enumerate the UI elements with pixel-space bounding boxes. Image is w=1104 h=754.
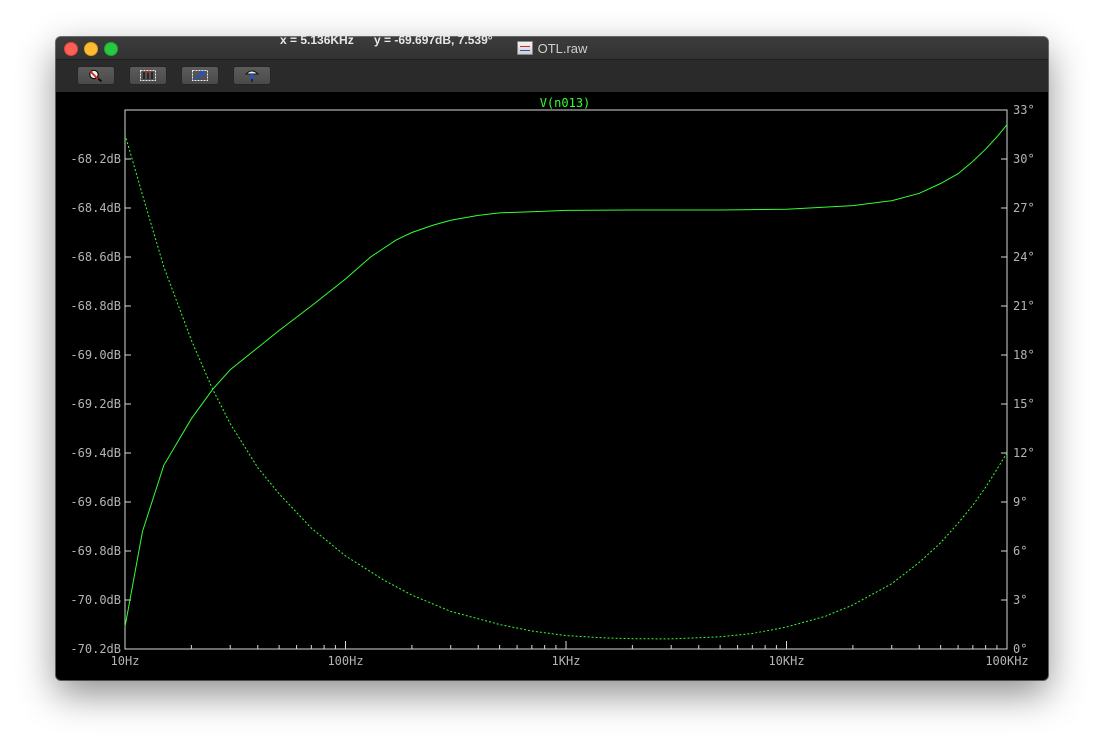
y2-tick-label: 3° bbox=[1013, 593, 1027, 607]
autorange-icon bbox=[140, 70, 156, 81]
y2-tick-label: 12° bbox=[1013, 446, 1035, 460]
y2-tick-label: 27° bbox=[1013, 201, 1035, 215]
x-tick-label: 10KHz bbox=[768, 654, 804, 668]
x-tick-label: 1KHz bbox=[552, 654, 581, 668]
y-tick-label: -68.8dB bbox=[70, 299, 121, 313]
x-tick-label: 10Hz bbox=[111, 654, 140, 668]
probe-button[interactable] bbox=[233, 66, 271, 85]
y-tick-label: -69.6dB bbox=[70, 495, 121, 509]
y-tick-label: -69.4dB bbox=[70, 446, 121, 460]
close-window-button[interactable] bbox=[64, 42, 78, 56]
cursor-x-readout: x = 5.136KHz bbox=[280, 33, 354, 47]
y-tick-label: -69.2dB bbox=[70, 397, 121, 411]
probe-icon bbox=[244, 70, 260, 82]
window-title-group: OTL.raw bbox=[56, 37, 1048, 59]
y2-tick-label: 30° bbox=[1013, 152, 1035, 166]
waveform-file-icon bbox=[516, 41, 533, 55]
y-tick-label: -68.2dB bbox=[70, 152, 121, 166]
minimize-window-button[interactable] bbox=[84, 42, 98, 56]
y-tick-label: -69.0dB bbox=[70, 348, 121, 362]
window-title: OTL.raw bbox=[537, 40, 588, 56]
y-tick-label: -68.4dB bbox=[70, 201, 121, 215]
y2-tick-label: 0° bbox=[1013, 642, 1027, 656]
y2-tick-label: 21° bbox=[1013, 299, 1035, 313]
x-tick-label: 100Hz bbox=[327, 654, 363, 668]
y2-tick-label: 6° bbox=[1013, 544, 1027, 558]
zoom-area-button[interactable] bbox=[77, 66, 115, 85]
zoom-window-button[interactable] bbox=[104, 42, 118, 56]
toolbar bbox=[56, 60, 1048, 92]
pan-button[interactable] bbox=[181, 66, 219, 85]
pan-icon bbox=[192, 70, 208, 81]
y-tick-label: -69.8dB bbox=[70, 544, 121, 558]
autorange-button[interactable] bbox=[129, 66, 167, 85]
y-tick-label: -70.0dB bbox=[70, 593, 121, 607]
cursor-y-readout: y = -69.697dB, 7.539° bbox=[374, 33, 493, 47]
plot-window: OTL.raw V(n013) 10Hz 100Hz 1KHz 10KHz 10… bbox=[56, 37, 1048, 680]
bode-chart: V(n013) 10Hz 100Hz 1KHz 10KHz 100KHz -68.2dB -… bbox=[56, 92, 1048, 680]
plot-background bbox=[56, 92, 1048, 680]
y2-tick-label: 24° bbox=[1013, 250, 1035, 264]
title-bar[interactable]: OTL.raw bbox=[56, 37, 1048, 60]
plot-area[interactable]: V(n013) 10Hz 100Hz 1KHz 10KHz 100KHz -68.2dB -… bbox=[56, 92, 1048, 680]
y2-tick-label: 18° bbox=[1013, 348, 1035, 362]
chart-title: V(n013) bbox=[540, 96, 591, 110]
y-tick-label: -70.2dB bbox=[70, 642, 121, 656]
y-tick-label: -68.6dB bbox=[70, 250, 121, 264]
y2-tick-label: 9° bbox=[1013, 495, 1027, 509]
y2-tick-label: 33° bbox=[1013, 103, 1035, 117]
zoom-area-icon bbox=[89, 69, 103, 83]
y2-tick-label: 15° bbox=[1013, 397, 1035, 411]
x-tick-label: 100KHz bbox=[985, 654, 1028, 668]
